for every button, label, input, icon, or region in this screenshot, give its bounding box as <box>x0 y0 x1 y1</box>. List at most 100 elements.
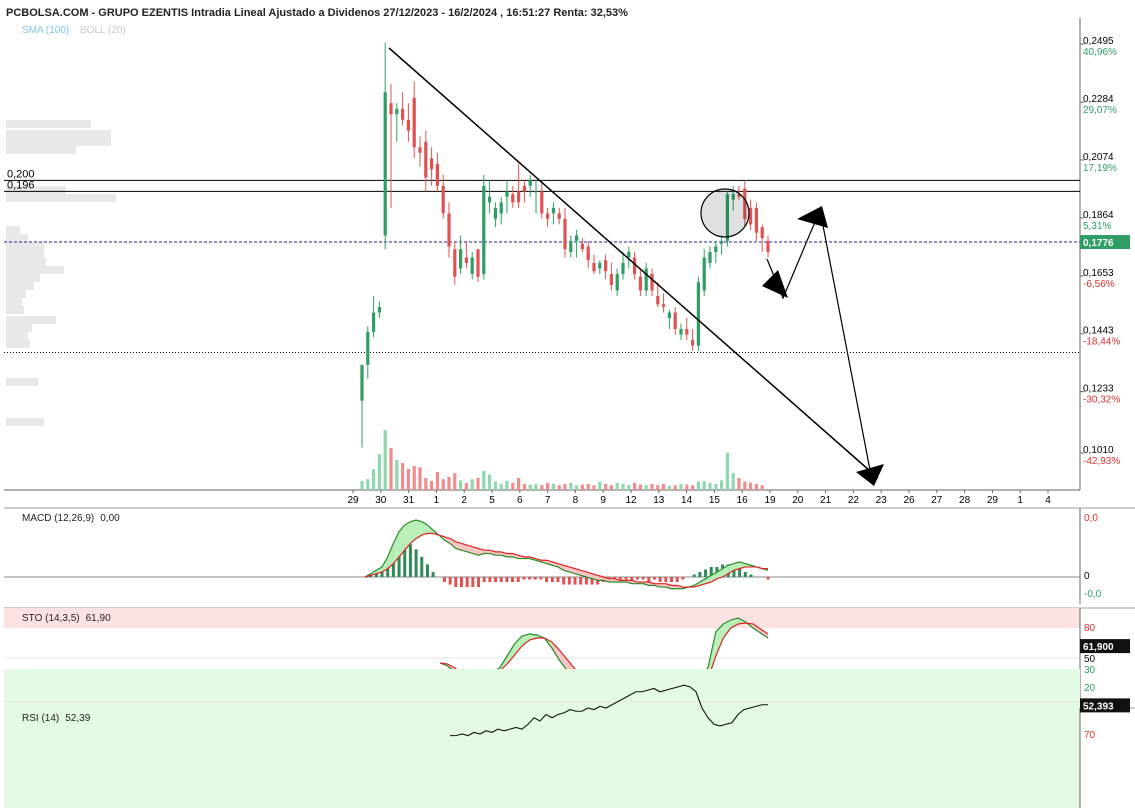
volume-bar <box>679 484 683 490</box>
candle-body <box>714 246 718 252</box>
macd-histogram-bar <box>698 571 702 577</box>
date-tick-label: 14 <box>681 495 693 506</box>
volume-profile-bar <box>6 226 20 234</box>
candle-body <box>760 227 764 239</box>
price-tick-label: 0,2074 <box>1083 152 1114 163</box>
percent-tick-label: -18,44% <box>1083 337 1120 348</box>
last-price-tag-label: 0,1776 <box>1083 238 1114 249</box>
candle-body <box>702 257 706 291</box>
volume-bar <box>551 484 555 490</box>
volume-profile-bar <box>6 258 46 266</box>
candle-body <box>389 103 393 115</box>
volume-bar <box>714 484 718 490</box>
candle-body <box>453 249 457 277</box>
volume-bar <box>760 485 764 490</box>
volume-bar <box>430 481 434 490</box>
volume-bar <box>522 484 526 490</box>
candle-body <box>430 158 434 170</box>
price-tick-label: 0,1443 <box>1083 326 1114 337</box>
volume-bar <box>377 454 381 490</box>
date-tick-label: 4 <box>1045 495 1051 506</box>
highlight-circle <box>700 188 750 238</box>
date-tick-label: 1 <box>434 495 440 506</box>
volume-profile-bar <box>6 250 44 258</box>
candle-body <box>441 185 445 214</box>
chart-title: PCBOLSA.COM - GRUPO EZENTIS Intradia Lin… <box>6 7 628 19</box>
percent-tick-label: 17,19% <box>1083 163 1117 174</box>
volume-profile-bar <box>6 340 30 348</box>
date-tick-label: 26 <box>903 495 915 506</box>
macd-histogram-bar <box>459 577 463 588</box>
volume-profile-bar <box>6 194 116 202</box>
volume-bar <box>540 485 544 490</box>
volume-bar <box>372 469 376 490</box>
macd-histogram-bar <box>465 577 469 588</box>
volume-bar <box>621 484 625 490</box>
percent-tick-label: -30,32% <box>1083 395 1120 406</box>
rsi-tick-label: 70 <box>1084 730 1096 741</box>
volume-bar <box>667 485 671 490</box>
volume-profile-bar <box>6 378 38 386</box>
projection-path <box>766 207 871 471</box>
percent-tick-label: -6,56% <box>1083 279 1115 290</box>
volume-profile-bar <box>6 290 26 298</box>
candle-body <box>401 108 405 120</box>
macd-histogram-bar <box>743 571 747 577</box>
sma-legend[interactable]: SMA (100) <box>22 25 69 36</box>
price-level-label: 0,196 <box>7 179 35 191</box>
volume-bar <box>569 482 573 490</box>
candle-body <box>412 97 416 148</box>
macd-histogram-bar <box>488 577 492 583</box>
volume-bar <box>505 481 509 490</box>
candle-body <box>679 329 683 335</box>
candle-body <box>435 163 439 186</box>
date-tick-label: 15 <box>709 495 721 506</box>
volume-bar <box>673 485 677 490</box>
rsi-label: RSI (14) 52,39 <box>22 713 91 724</box>
candle-body <box>360 364 364 401</box>
descending-trendline <box>388 47 879 479</box>
volume-bar <box>592 485 596 490</box>
macd-histogram-bar <box>635 577 639 580</box>
volume-bar <box>401 463 405 490</box>
candle-body <box>424 141 428 178</box>
volume-bar <box>441 479 445 490</box>
candle-body <box>476 249 480 277</box>
macd-histogram-bar <box>556 577 560 583</box>
candle-body <box>464 257 468 263</box>
macd-histogram-bar <box>494 577 498 583</box>
candle-body <box>650 273 654 291</box>
volume-bar <box>580 484 584 490</box>
volume-bar <box>638 484 642 490</box>
candle-body <box>482 185 486 274</box>
arrowhead-down-left <box>762 270 788 298</box>
candle-body <box>673 312 677 330</box>
volume-bar <box>528 484 532 490</box>
macd-histogram-bar <box>431 571 435 577</box>
macd-histogram-bar <box>658 577 662 583</box>
volume-bar <box>708 482 712 490</box>
sto-value-tag-label: 61,900 <box>1083 642 1114 653</box>
macd-histogram-bar <box>749 574 753 577</box>
macd-histogram-bar <box>641 577 645 580</box>
macd-tick-label: 0 <box>1084 571 1090 582</box>
boll-legend[interactable]: BOLL (20) <box>80 25 126 36</box>
sto-label: STO (14,3,5) 61,90 <box>22 613 111 624</box>
candle-body <box>551 207 555 214</box>
sto-overbought-zone <box>4 608 1080 628</box>
candle-body <box>749 207 753 225</box>
macd-histogram-bar <box>584 577 588 585</box>
date-tick-label: 12 <box>625 495 637 506</box>
volume-profile-bar <box>6 332 28 340</box>
date-tick-label: 23 <box>876 495 888 506</box>
candle-body <box>522 185 526 192</box>
volume-profile-bar <box>6 130 111 138</box>
date-tick-label: 13 <box>653 495 665 506</box>
volume-bar <box>563 484 567 490</box>
candle-body <box>598 262 602 269</box>
candle-body <box>366 331 370 365</box>
price-tick-label: 0,1653 <box>1083 268 1114 279</box>
macd-histogram-bar <box>482 577 486 583</box>
macd-histogram-bar <box>414 549 418 577</box>
date-tick-label: 28 <box>959 495 971 506</box>
